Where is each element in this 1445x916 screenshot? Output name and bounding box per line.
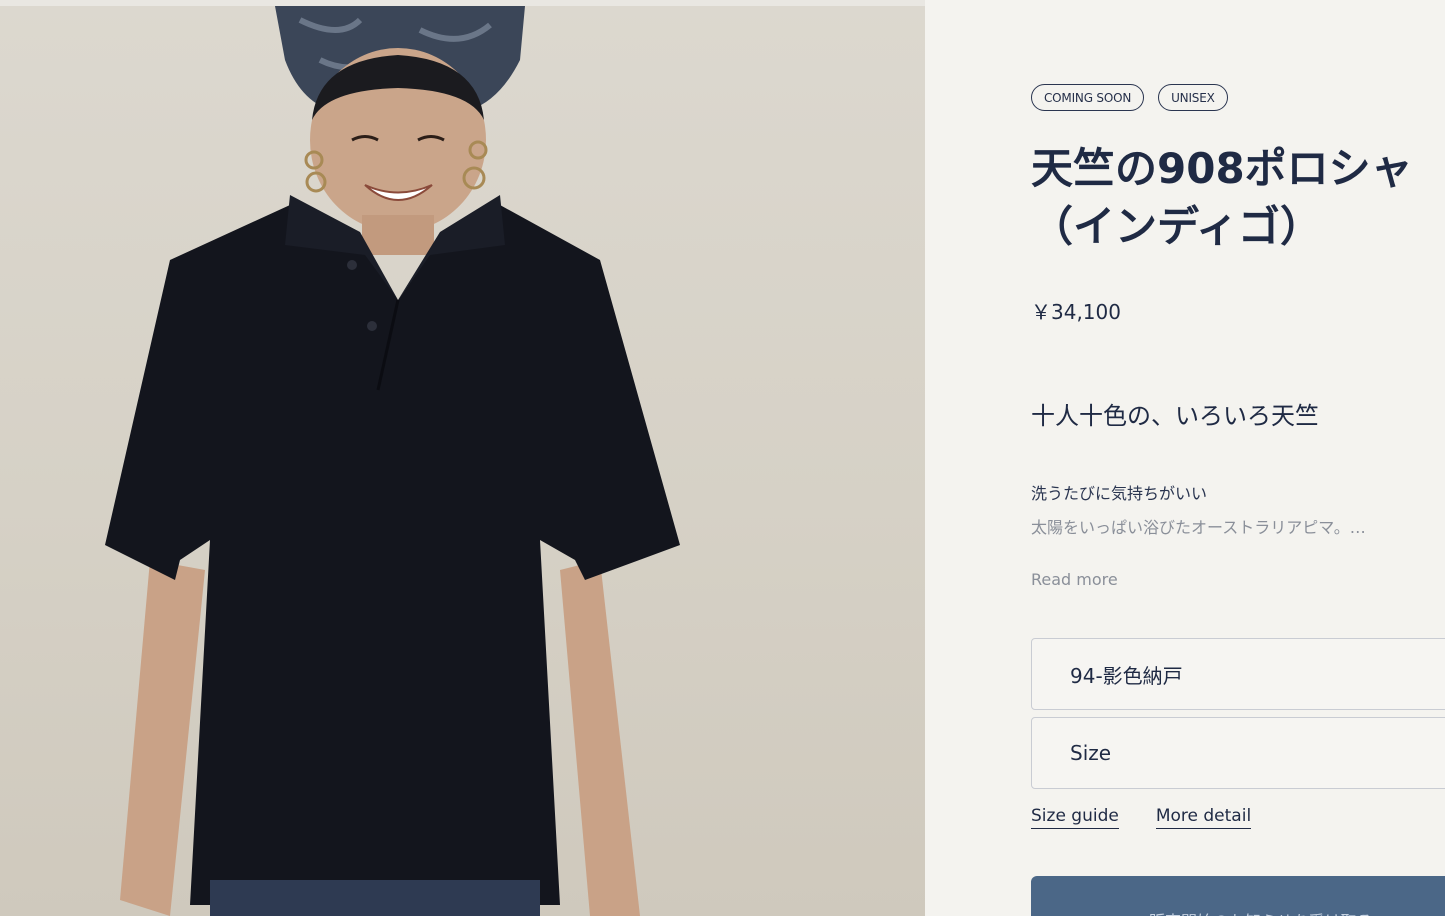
description-excerpt: 太陽をいっぱい浴びたオーストラリアピマ。… (1031, 518, 1366, 537)
size-select[interactable]: Size (1031, 717, 1445, 789)
more-detail-link[interactable]: More detail (1155, 806, 1252, 829)
notify-button-label: 販売開始のお知らせを受け取る (1149, 908, 1373, 916)
coming-soon-badge: COMING SOON (1031, 84, 1145, 111)
model-illustration (105, 6, 680, 916)
read-more-link[interactable]: Read more (1031, 570, 1118, 589)
product-title-line1: 天竺の908ポロシャ (1031, 144, 1413, 193)
product-title-line2: （インディゴ） (1031, 202, 1323, 251)
unisex-badge: UNISEX (1158, 84, 1228, 111)
product-price: ￥34,100 (1031, 300, 1121, 324)
product-photo (0, 0, 925, 916)
color-select-value: 94-影色納戸 (1070, 663, 1183, 688)
product-title: 天竺の908ポロシャ （インディゴ） (1031, 140, 1445, 256)
product-info-panel: COMING SOON UNISEX 天竺の908ポロシャ （インディゴ） ￥3… (925, 0, 1445, 916)
catchcopy-heading: 十人十色の、いろいろ天竺 (1031, 402, 1319, 430)
color-select[interactable]: 94-影色納戸 (1031, 638, 1445, 710)
detail-links: Size guide More detail (1031, 806, 1252, 829)
size-select-label: Size (1070, 741, 1112, 765)
size-guide-link[interactable]: Size guide (1031, 806, 1119, 829)
notify-button[interactable]: 販売開始のお知らせを受け取る (1031, 876, 1445, 916)
description-heading: 洗うたびに気持ちがいい (1031, 484, 1208, 503)
badge-group: COMING SOON UNISEX (1031, 84, 1228, 111)
